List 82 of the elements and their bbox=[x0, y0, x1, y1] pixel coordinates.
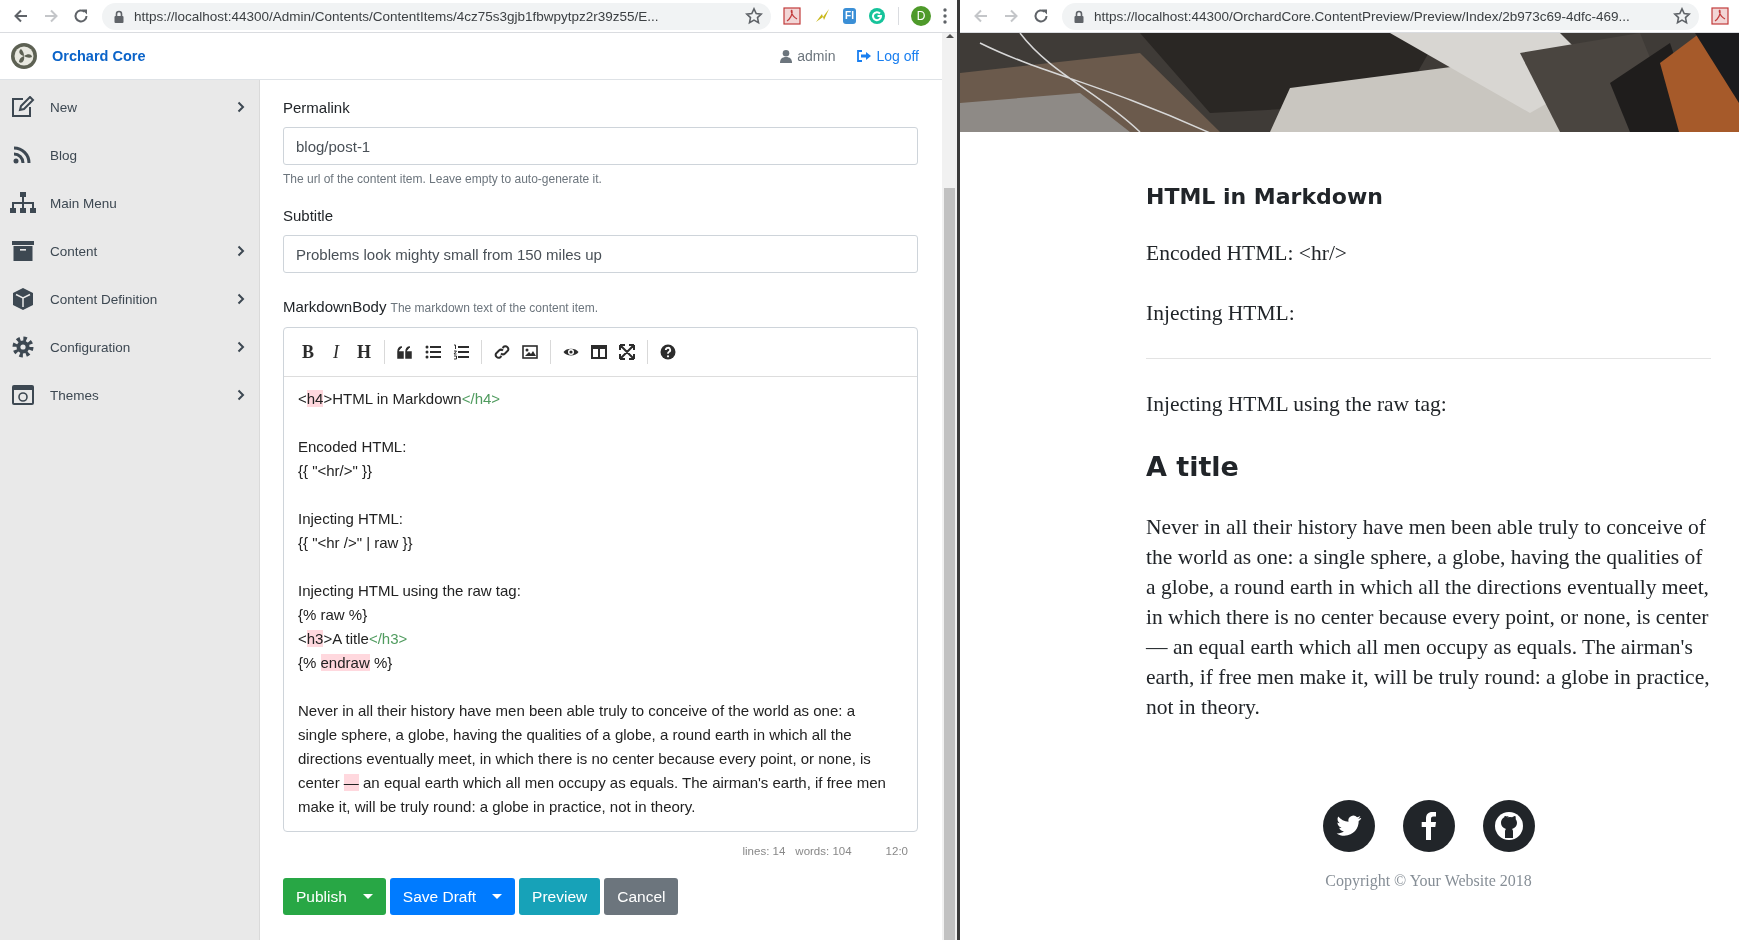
code-line: {{ "<hr />" | raw }} bbox=[298, 533, 414, 553]
sidebar-item[interactable]: New bbox=[0, 83, 259, 131]
code-line: Injecting HTML using the raw tag: bbox=[298, 581, 522, 601]
reload-icon[interactable] bbox=[1032, 7, 1050, 25]
logout-icon bbox=[857, 50, 872, 62]
bullet-list-icon bbox=[425, 344, 441, 360]
format-button[interactable]: H bbox=[352, 339, 376, 365]
help-text: The markdown text of the content item. bbox=[390, 301, 598, 315]
back-icon[interactable] bbox=[12, 7, 30, 25]
edit-icon bbox=[10, 96, 36, 118]
profile-avatar[interactable]: D bbox=[911, 6, 931, 26]
help-text: The url of the content item. Leave empty to auto-generate it. bbox=[283, 172, 603, 186]
field-label: Permalink bbox=[283, 98, 351, 118]
code-line: <h3>A title</h3> bbox=[298, 629, 409, 649]
preview-heading: A title bbox=[1146, 450, 1240, 484]
gear-icon bbox=[10, 336, 36, 358]
code-line: Never in all their history have men been able truly to conceive of the world as one: a single sphere, a globe, having the qualities of a globe, a round earth in which all the directions eventually meet, in which there is no center because every point, or none, is center — an equal earth which all men occupy as equals. The airman's earth, if free men make it, will be truly round: a globe in practice, not in theory. bbox=[298, 701, 887, 817]
code-line: Injecting HTML: bbox=[298, 509, 405, 529]
markdown-editor[interactable] bbox=[283, 327, 918, 832]
github-icon[interactable] bbox=[1482, 800, 1535, 852]
format-button[interactable]: I bbox=[324, 339, 348, 365]
user-icon bbox=[780, 49, 793, 63]
code-line: {% endraw %} bbox=[298, 653, 394, 673]
sidebar-item[interactable]: Content bbox=[0, 227, 259, 275]
pdf-icon[interactable] bbox=[1711, 7, 1729, 25]
line-count: lines: 14 bbox=[742, 845, 786, 859]
logo-icon bbox=[10, 42, 38, 70]
more-icon[interactable] bbox=[943, 8, 947, 24]
sidebar-item[interactable]: Main Menu bbox=[0, 179, 259, 227]
window-icon bbox=[10, 385, 36, 405]
permalink-field[interactable]: blog/post-1 bbox=[283, 127, 918, 165]
field-label: MarkdownBody bbox=[283, 298, 387, 315]
reload-icon[interactable] bbox=[72, 7, 90, 25]
chevron-icon bbox=[237, 101, 245, 113]
sidebar-item[interactable]: Configuration bbox=[0, 323, 259, 371]
address-bar[interactable]: https://localhost:44300/Admin/Contents/ContentItems/4cz75s3gjb1fbwpytpz2r39z55/E... bbox=[102, 2, 772, 30]
chevron-icon bbox=[237, 341, 245, 353]
quote-icon bbox=[397, 344, 413, 360]
star-icon[interactable] bbox=[1673, 7, 1691, 25]
archive-icon bbox=[10, 241, 36, 261]
word-count: words: 104 bbox=[795, 845, 852, 859]
help-icon bbox=[660, 344, 676, 360]
image-icon bbox=[522, 344, 538, 360]
cube-icon bbox=[10, 288, 36, 310]
code-line: {{ "<hr/>" }} bbox=[298, 461, 374, 481]
scrollbar[interactable] bbox=[942, 33, 957, 940]
lock-icon bbox=[114, 9, 124, 23]
numbered-list-icon bbox=[453, 344, 469, 360]
preview-paragraph: Never in all their history have men been able truly to conceive of the world as one: a single sphere, a globe, having the qualities of a globe, a round earth in which all the directions eventually meet, in which there is no center because every point, or none, is center — an equal earth which all men occupy as equals. The airman's earth, if free men make it, will be truly round: a globe in practice, not in theory. bbox=[1146, 514, 1711, 721]
code-line: Encoded HTML: bbox=[298, 437, 408, 457]
brand-link[interactable]: Orchard Core bbox=[52, 48, 781, 64]
preview-paragraph: Injecting HTML using the raw tag: bbox=[1146, 391, 1448, 418]
preview-paragraph: Encoded HTML: <hr/> bbox=[1146, 240, 1348, 267]
sidebar-item[interactable]: Themes bbox=[0, 371, 259, 419]
address-bar[interactable]: https://localhost:44300/OrchardCore.ContentPreview/Preview/Index/2b973c69-4dfc-469... bbox=[1062, 2, 1699, 30]
columns-icon bbox=[591, 344, 607, 360]
pdf-icon[interactable] bbox=[783, 7, 802, 25]
link-icon bbox=[494, 344, 510, 360]
action-button[interactable]: Cancel bbox=[604, 878, 679, 915]
preview-heading: HTML in Markdown bbox=[1146, 183, 1384, 211]
preview-paragraph: Injecting HTML: bbox=[1146, 300, 1296, 327]
sidebar-item[interactable]: Content Definition bbox=[0, 275, 259, 323]
fullscreen-icon bbox=[619, 344, 635, 360]
twitter-icon[interactable] bbox=[1322, 800, 1375, 852]
chevron-icon bbox=[237, 293, 245, 305]
logoff-link[interactable]: Log off bbox=[857, 48, 919, 64]
cursor-position: 12:0 bbox=[885, 845, 908, 859]
action-button[interactable]: Save Draft bbox=[389, 878, 516, 915]
field-label: Subtitle bbox=[283, 206, 335, 226]
user-menu[interactable]: admin bbox=[780, 48, 836, 64]
star-icon[interactable] bbox=[745, 7, 764, 25]
lock-icon bbox=[1074, 9, 1084, 23]
subtitle-field[interactable]: Problems look mighty small from 150 miles up bbox=[283, 235, 918, 273]
code-line: {% raw %} bbox=[298, 605, 369, 625]
facebook-icon[interactable] bbox=[1402, 800, 1455, 852]
sidebar-item[interactable]: Blog bbox=[0, 131, 259, 179]
chevron-icon bbox=[237, 245, 245, 257]
format-button[interactable]: B bbox=[296, 339, 320, 365]
copyright-text: Copyright © Your Website 2018 bbox=[1324, 872, 1533, 890]
chevron-icon bbox=[237, 389, 245, 401]
sitemap-icon bbox=[10, 192, 36, 214]
code-line: <h4>HTML in Markdown</h4> bbox=[298, 389, 502, 409]
